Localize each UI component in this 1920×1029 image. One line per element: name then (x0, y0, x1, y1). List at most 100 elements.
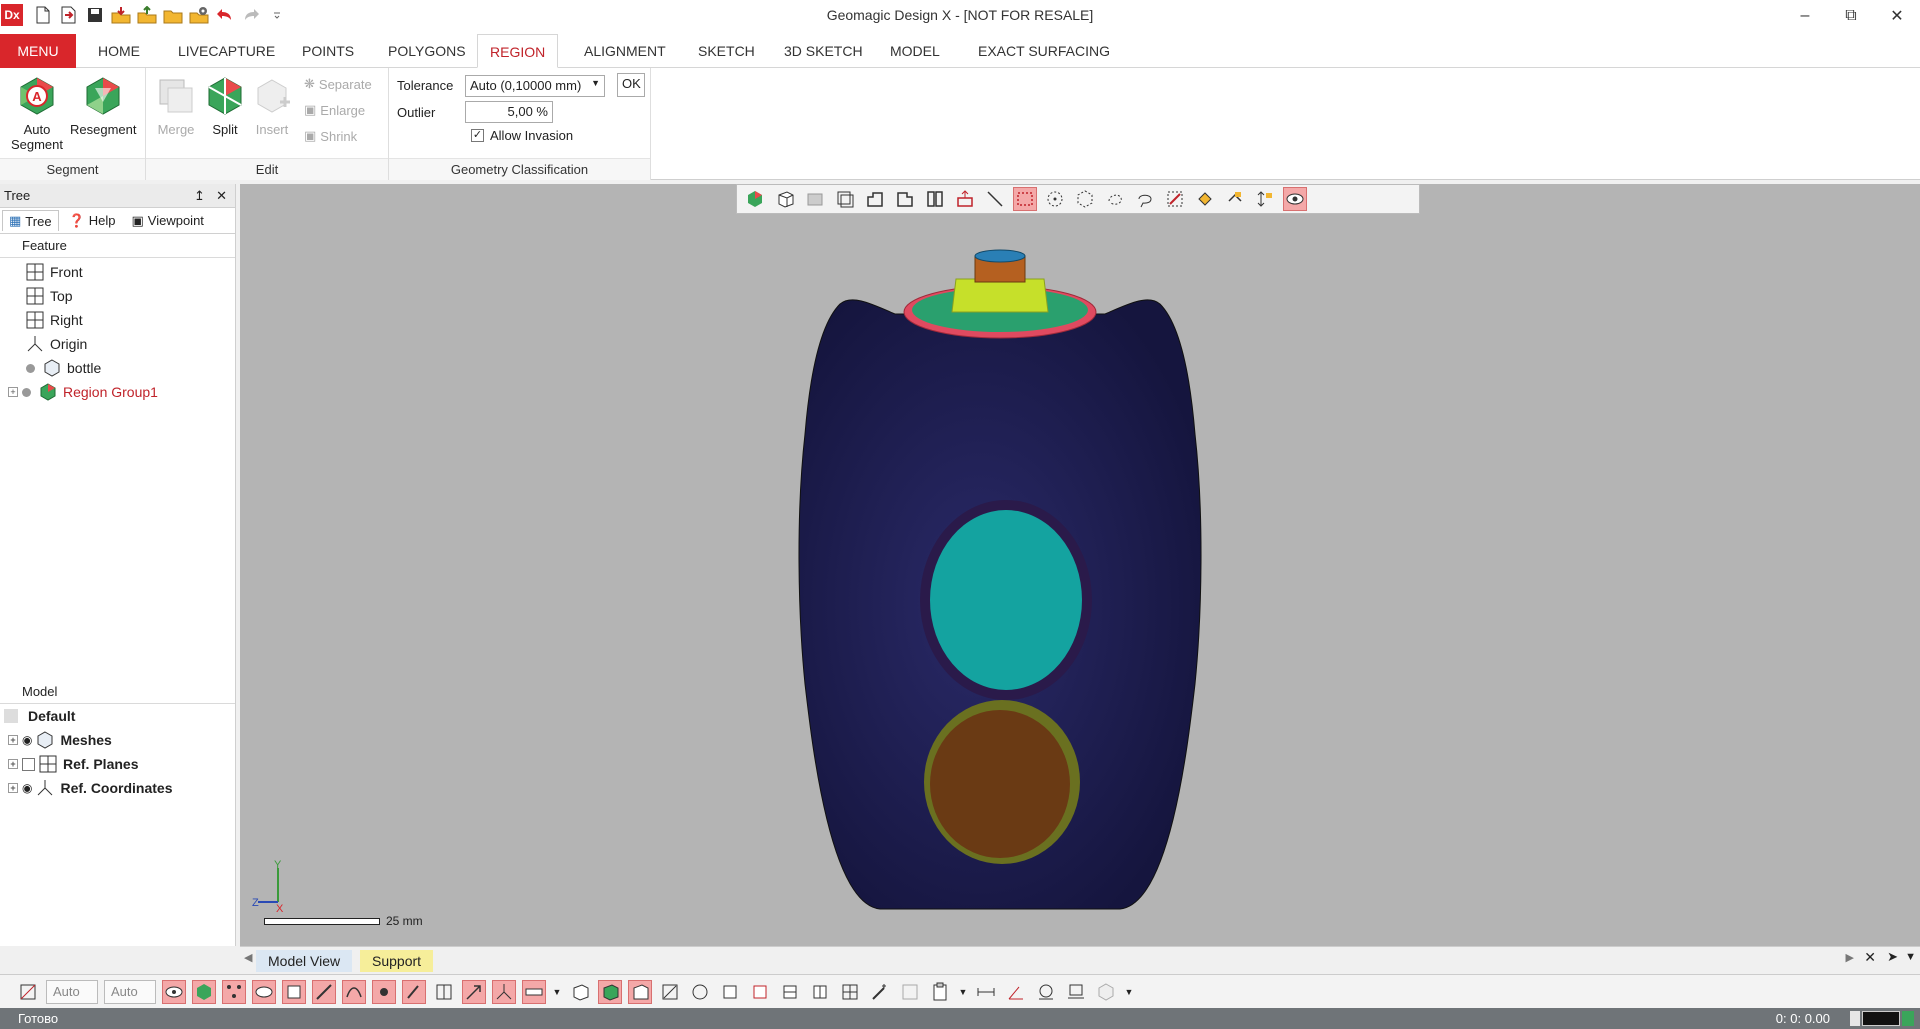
visibility-checkbox[interactable] (22, 757, 35, 771)
ok-button[interactable]: OK (617, 73, 645, 97)
close-view-icon[interactable]: ✕ (1864, 949, 1876, 966)
tab-livecapture[interactable]: LIVECAPTURE (166, 34, 287, 68)
merge-button[interactable]: Merge (154, 74, 198, 137)
export-icon[interactable] (136, 4, 158, 26)
view-mesh-icon[interactable] (778, 980, 802, 1004)
auto-combo-2[interactable]: Auto (104, 979, 156, 1004)
expand-icon[interactable]: + (8, 387, 18, 397)
auto-segment-button[interactable]: A Auto Segment (6, 74, 68, 152)
open-folder-icon[interactable] (162, 4, 184, 26)
mesh-filter-icon[interactable] (162, 979, 186, 1004)
vector-filter-icon[interactable] (462, 979, 486, 1004)
tab-model-view[interactable]: Model View (256, 950, 353, 972)
expand-icon[interactable]: + (8, 783, 18, 793)
scroll-right-icon[interactable]: ▶ (1846, 951, 1854, 964)
tab-sketch[interactable]: SKETCH (686, 34, 767, 68)
tree-item-right[interactable]: Right (0, 308, 235, 332)
undo-icon[interactable] (214, 4, 236, 26)
customize-icon[interactable] (266, 4, 288, 26)
insert-button[interactable]: Insert (250, 74, 294, 137)
expand-icon[interactable]: + (8, 735, 18, 745)
view-surface-icon[interactable] (748, 980, 772, 1004)
model-item-ref-coordinates[interactable]: + ◉ Ref. Coordinates (0, 776, 235, 800)
open-file-icon[interactable] (58, 4, 80, 26)
view-body-icon[interactable] (718, 980, 742, 1004)
next-view-icon[interactable]: ➤ (1887, 949, 1898, 965)
point-filter-icon[interactable] (222, 979, 246, 1004)
measure-more-icon[interactable]: ▼ (1124, 980, 1134, 1004)
tab-model[interactable]: MODEL (878, 34, 952, 68)
tab-help[interactable]: ❓ Help (63, 210, 122, 231)
allow-invasion-checkbox[interactable]: ✓ (471, 129, 484, 142)
tab-alignment[interactable]: ALIGNMENT (572, 34, 678, 68)
tab-polygons[interactable]: POLYGONS (376, 34, 478, 68)
tree-item-origin[interactable]: Origin (0, 332, 235, 356)
resegment-button[interactable]: Resegment (70, 74, 136, 137)
view-select-icon[interactable] (628, 979, 652, 1004)
view-curve-icon[interactable] (688, 980, 712, 1004)
measure-radius-icon[interactable] (1034, 980, 1058, 1004)
tree-item-bottle[interactable]: bottle (0, 356, 235, 380)
separate-button[interactable]: ❋ Separate (304, 76, 372, 92)
restore-icon[interactable]: ⧉ (1828, 0, 1874, 32)
coord-filter-icon[interactable] (492, 979, 516, 1004)
model-item-meshes[interactable]: + ◉ Meshes (0, 728, 235, 752)
outlier-field[interactable]: 5,00 % (465, 101, 553, 123)
tab-viewpoint[interactable]: ▣ Viewpoint (125, 210, 209, 231)
tree-item-top[interactable]: Top (0, 284, 235, 308)
view-edge-icon[interactable] (658, 980, 682, 1004)
view-solid-icon[interactable] (808, 980, 832, 1004)
tab-3d-sketch[interactable]: 3D SKETCH (772, 34, 875, 68)
view-list-icon[interactable]: ▼ (1905, 951, 1916, 963)
sketch-filter-icon[interactable] (402, 979, 426, 1004)
measure-distance-icon[interactable] (974, 980, 998, 1004)
view-region-icon[interactable] (598, 979, 622, 1004)
vertex-filter-icon[interactable] (372, 979, 396, 1004)
save-icon[interactable] (84, 4, 106, 26)
sketch-plane-icon[interactable] (16, 980, 40, 1004)
tab-exact-surfacing[interactable]: EXACT SURFACING (966, 34, 1122, 68)
visibility-dot-icon[interactable] (22, 387, 31, 397)
3d-viewport[interactable]: Y Z X 25 mm (240, 184, 1920, 946)
tree-item-region-group1[interactable]: + Region Group1 (0, 380, 235, 404)
measure-angle-icon[interactable] (1004, 980, 1028, 1004)
curve-filter-icon[interactable] (342, 979, 366, 1004)
enlarge-button[interactable]: ▣ Enlarge (304, 102, 365, 118)
plane-filter-icon[interactable] (432, 980, 456, 1004)
eye-icon[interactable]: ◉ (22, 733, 32, 747)
measure-filter-icon[interactable] (522, 979, 546, 1004)
face-filter-icon[interactable] (282, 979, 306, 1004)
view-hide-icon[interactable] (898, 980, 922, 1004)
scroll-left-icon[interactable]: ◀ (244, 951, 252, 964)
measure-section-icon[interactable] (1064, 980, 1088, 1004)
tab-support[interactable]: Support (360, 950, 434, 972)
region-filter-icon[interactable] (192, 979, 216, 1004)
tab-region[interactable]: REGION (477, 34, 559, 68)
app-logo-icon[interactable]: Dx (1, 4, 23, 26)
view-wand-icon[interactable] (868, 980, 892, 1004)
bottle-mesh-model[interactable] (240, 184, 1920, 946)
filter-more-icon[interactable]: ▼ (552, 980, 562, 1004)
pin-icon[interactable]: ↥ (194, 184, 205, 208)
eye-filter-icon[interactable] (252, 979, 276, 1004)
tab-tree[interactable]: ▦ Tree (2, 210, 59, 231)
model-item-default[interactable]: Default (0, 704, 235, 728)
minimize-icon[interactable]: – (1782, 0, 1828, 32)
clipboard-more-icon[interactable]: ▼ (958, 980, 968, 1004)
tab-menu[interactable]: MENU (0, 34, 76, 68)
options-icon[interactable] (188, 4, 210, 26)
new-file-icon[interactable] (32, 4, 54, 26)
tab-home[interactable]: HOME (86, 34, 152, 68)
panel-close-icon[interactable]: ✕ (216, 184, 227, 208)
view-cube-icon[interactable] (568, 980, 592, 1004)
close-icon[interactable]: ✕ (1874, 0, 1920, 32)
measure-mesh-icon[interactable] (1094, 980, 1118, 1004)
eye-icon[interactable]: ◉ (22, 781, 32, 795)
tree-item-front[interactable]: Front (0, 260, 235, 284)
tab-points[interactable]: POINTS (290, 34, 366, 68)
tolerance-select[interactable]: Auto (0,10000 mm) ▼ (465, 75, 605, 97)
visibility-dot-icon[interactable] (26, 363, 35, 373)
model-item-ref-planes[interactable]: + Ref. Planes (0, 752, 235, 776)
auto-combo-1[interactable]: Auto (46, 979, 98, 1004)
shrink-button[interactable]: ▣ Shrink (304, 128, 357, 144)
